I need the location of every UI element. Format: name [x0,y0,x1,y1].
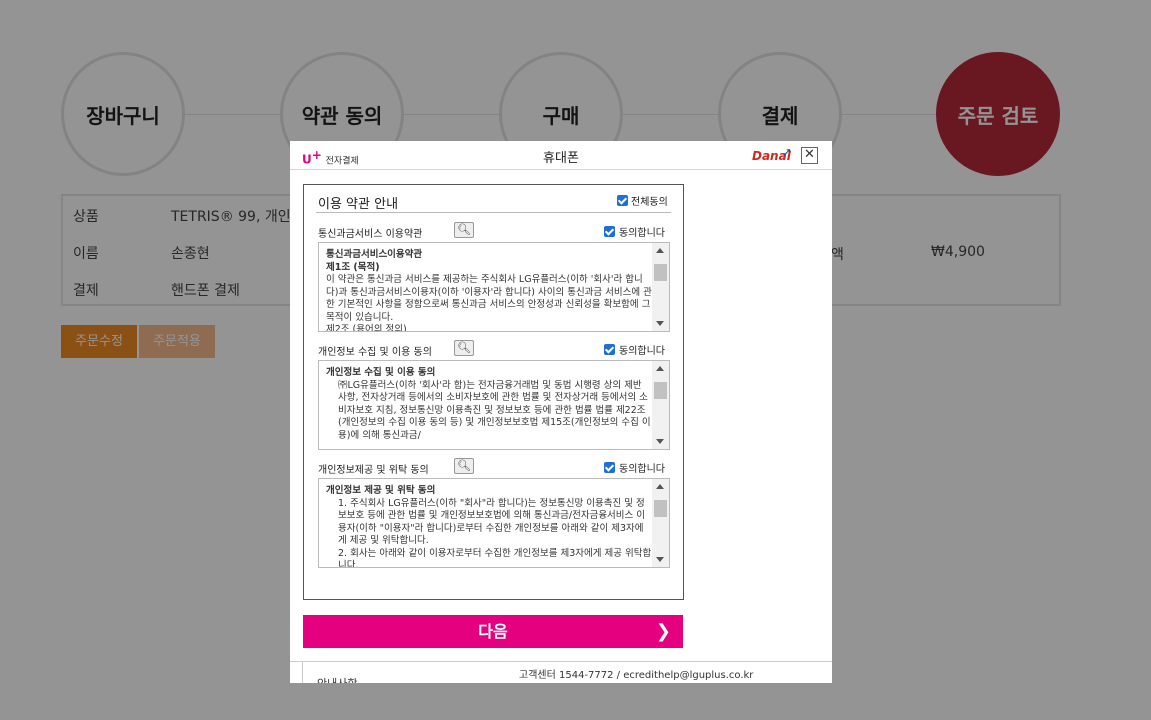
privacy-collect-line: ㈜LG유플러스(이하 '회사'라 함)는 전자금융거래법 및 동법 시행령 상의… [338,379,651,441]
zoom-icon[interactable]: 🔍︎ [454,458,474,474]
zoom-icon[interactable]: 🔍︎ [454,222,474,238]
customer-center-info: 고객센터 1544-7772 / ecredithelp@lguplus.co.… [519,670,754,681]
phone-payment-modal: U+ 전자결제 휴대폰 Danal ➚ ✕ 이용 약관 안내 전체동의 통신과금서… [290,141,832,683]
scrollbar[interactable] [652,361,669,449]
next-button-label: 다음 [478,622,508,641]
agree-billing-checkbox[interactable] [604,226,615,237]
agree-privacy-collect-label[interactable]: 동의합니다 [619,342,665,357]
danal-logo: Danal ➚ [752,145,793,163]
footer-side-line [302,662,303,683]
agree-all-checkbox[interactable] [617,195,628,206]
privacy-provide-line: 1. 주식회사 LG유플러스(이하 "회사"라 합니다)는 정보통신망 이용촉진… [338,497,646,547]
privacy-collect-text[interactable]: 개인정보 수집 및 이용 동의 ㈜LG유플러스(이하 '회사'라 함)는 전자금… [318,360,670,450]
section-title-privacy-provide: 개인정보제공 및 위탁 동의 [318,465,429,476]
privacy-provide-line: 2. 회사는 아래와 같이 이용자로부터 수집한 개인정보를 제3자에게 제공 … [338,547,652,568]
agree-privacy-provide-label[interactable]: 동의합니다 [619,460,665,475]
terms-divider [316,212,671,213]
scrollbar[interactable] [652,479,669,567]
section-title-billing: 통신과금서비스 이용약관 [318,229,423,240]
billing-terms-text[interactable]: 통신과금서비스이용약관 제1조 (목적) 이 약관은 통신과금 서비스를 제공하… [318,242,670,332]
terms-box: 이용 약관 안내 전체동의 통신과금서비스 이용약관 🔍︎ 동의합니다 통신과금… [303,184,684,600]
agree-privacy-provide-checkbox[interactable] [604,462,615,473]
privacy-collect-heading: 개인정보 수집 및 이용 동의 [326,367,436,378]
agree-privacy-collect-checkbox[interactable] [604,344,615,355]
section-title-privacy-collect: 개인정보 수집 및 이용 동의 [318,347,432,358]
chevron-right-icon: ❯ [655,621,671,642]
zoom-icon[interactable]: 🔍︎ [454,340,474,356]
privacy-provide-heading: 개인정보 제공 및 위탁 동의 [326,485,436,496]
notice-title: 안내사항 [317,675,357,683]
modal-title: 휴대폰 [543,151,579,166]
billing-terms-heading: 통신과금서비스이용약관 [326,249,423,260]
billing-terms-line: 제1조 (목적) [326,261,380,273]
footer-divider [290,661,832,662]
next-button[interactable]: 다음 ❯ [303,615,683,648]
billing-terms-line: 이 약관은 통신과금 서비스를 제공하는 주식회사 LG유플러스(이하 '회사'… [326,274,652,323]
close-button[interactable]: ✕ [801,147,818,164]
privacy-provide-text[interactable]: 개인정보 제공 및 위탁 동의 1. 주식회사 LG유플러스(이하 "회사"라 … [318,478,670,568]
billing-terms-line: 제2조 (용어의 정의) [326,324,407,332]
terms-header: 이용 약관 안내 [318,197,399,212]
scrollbar[interactable] [652,243,669,331]
modal-header: U+ 전자결제 휴대폰 Danal ➚ ✕ [290,141,832,170]
agree-all-label[interactable]: 전체동의 [631,193,668,208]
agree-billing-label[interactable]: 동의합니다 [619,224,665,239]
